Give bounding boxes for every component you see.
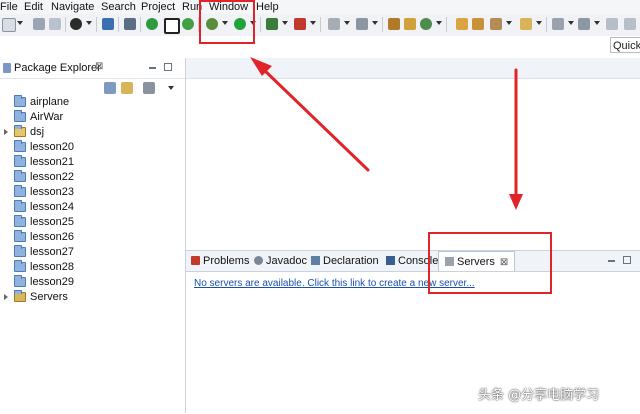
annotation-arrows <box>250 57 523 210</box>
watermark: 头条 @分享电脑学习 <box>478 388 600 403</box>
arrow-to-run-icon <box>250 57 370 172</box>
arrow-to-servers-tab <box>509 68 523 210</box>
